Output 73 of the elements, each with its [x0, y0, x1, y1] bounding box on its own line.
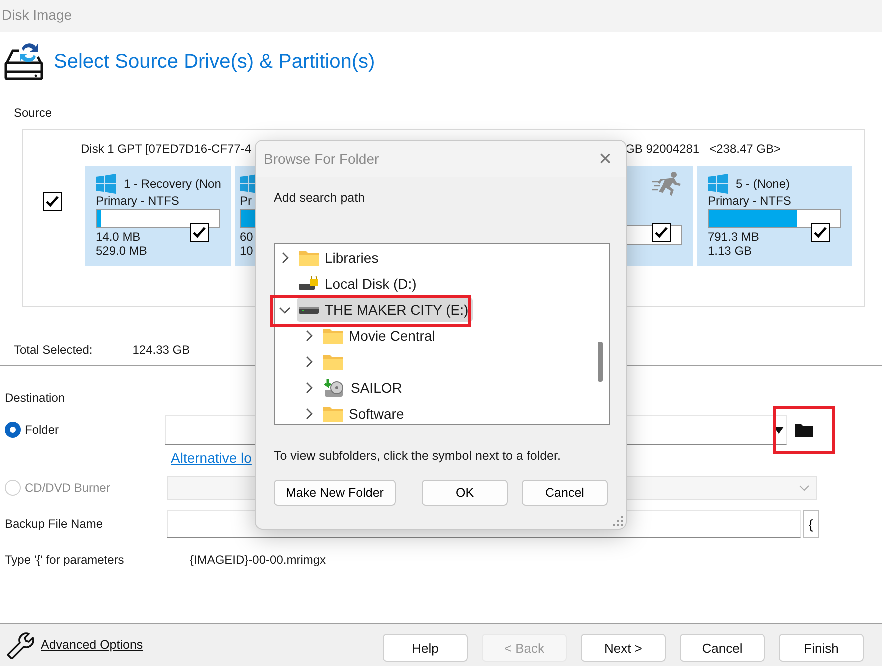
dialog-hint: To view subfolders, click the symbol next to a folder. [274, 449, 562, 463]
check-icon [193, 227, 206, 238]
partition-title: 5 - (None) [736, 177, 790, 191]
tree-item[interactable]: Local Disk (D:) [297, 272, 421, 296]
footer-button[interactable]: Help [383, 634, 468, 662]
tree-item[interactable]: THE MAKER CITY (E:) [297, 298, 473, 322]
disk-name: Disk 1 GPT [07ED7D16-CF77-4 [81, 142, 252, 158]
chevron-icon [799, 484, 810, 492]
tree-item[interactable]: Software [321, 402, 408, 424]
drive-icon [299, 305, 319, 315]
footer-button[interactable]: Finish [779, 634, 864, 662]
radio-button[interactable] [5, 422, 21, 438]
total-value: 124.33 GB [132, 343, 190, 359]
destination-label: Destination [5, 391, 66, 405]
backup-name-label: Backup File Name [5, 517, 104, 531]
total-size: 1.13 GB [708, 244, 752, 258]
used-size: 60 [240, 230, 254, 244]
footer-button[interactable]: Cancel [680, 634, 765, 662]
page-title: Select Source Drive(s) & Partition(s) [54, 50, 376, 74]
dialog-prompt: Add search path [274, 191, 366, 205]
scrollbar-thumb[interactable] [598, 342, 603, 382]
used-size: 14.0 MB [96, 230, 141, 244]
partition-card[interactable]: 1 - Recovery (Non Primary - NTFS 14.0 MB 529.0 MB [85, 166, 231, 266]
locked-drive-icon [299, 276, 319, 292]
total-size: 10 [240, 244, 254, 258]
parameter-button[interactable]: { [803, 510, 819, 538]
tree-item[interactable]: SAILOR [321, 376, 406, 400]
highlight-frame [773, 406, 835, 454]
partition-checkbox[interactable] [190, 223, 209, 242]
tree-item[interactable]: Movie Central [321, 324, 440, 348]
source-label: Source [14, 106, 54, 120]
dialog-button[interactable]: Make New Folder [274, 480, 396, 506]
total-label: Total Selected: [14, 343, 93, 359]
check-icon [814, 227, 827, 238]
partition-checkbox[interactable] [652, 223, 671, 242]
partition-title: 1 - Recovery (Non [124, 177, 222, 191]
windows-icon [708, 174, 728, 194]
disk-size: <238.47 GB> [710, 142, 781, 158]
partition-type: Pr [240, 194, 252, 208]
runner-icon [652, 171, 682, 197]
partition-type: Primary - NTFS [96, 194, 180, 208]
parameters-hint: Type '{' for parameters [5, 553, 126, 567]
check-icon [655, 227, 668, 238]
folder-icon [323, 328, 343, 344]
close-button[interactable]: × [593, 146, 618, 172]
tree-item[interactable]: Libraries [297, 246, 383, 270]
windows-icon [96, 174, 116, 194]
advanced-options-link[interactable]: Advanced Options [41, 638, 144, 652]
partition-card[interactable]: 5 - (None) Primary - NTFS 791.3 MB 1.13 GB [697, 166, 852, 266]
option-label: CD/DVD Burner [25, 481, 110, 495]
dialog-button[interactable]: OK [422, 480, 508, 506]
window-title: Disk Image [2, 7, 72, 23]
caret-icon[interactable] [774, 426, 784, 434]
folder-icon [323, 354, 343, 370]
partition-checkbox[interactable] [811, 223, 830, 242]
check-icon [46, 196, 58, 206]
folder-icon [299, 250, 319, 266]
disk-checkbox[interactable] [42, 192, 62, 210]
used-size: 791.3 MB [708, 230, 760, 244]
option-label: Folder [25, 423, 60, 437]
total-size: 529.0 MB [96, 244, 148, 258]
alternative-location-link[interactable]: Alternative lo [171, 450, 252, 466]
disc-drive-icon [323, 378, 345, 398]
folder-icon [795, 423, 813, 437]
file-name-pattern: {IMAGEID}-00-00.mrimgx [190, 553, 326, 567]
partition-type: Primary - NTFS [708, 194, 792, 208]
resize-grip-icon[interactable] [613, 516, 623, 526]
dialog-title: Browse For Folder [264, 151, 380, 167]
drive-sync-icon [4, 41, 44, 83]
dialog-button[interactable]: Cancel [522, 480, 608, 506]
folder-icon [323, 406, 343, 422]
footer-button[interactable]: Next > [581, 634, 666, 662]
wrench-icon[interactable] [5, 631, 35, 659]
